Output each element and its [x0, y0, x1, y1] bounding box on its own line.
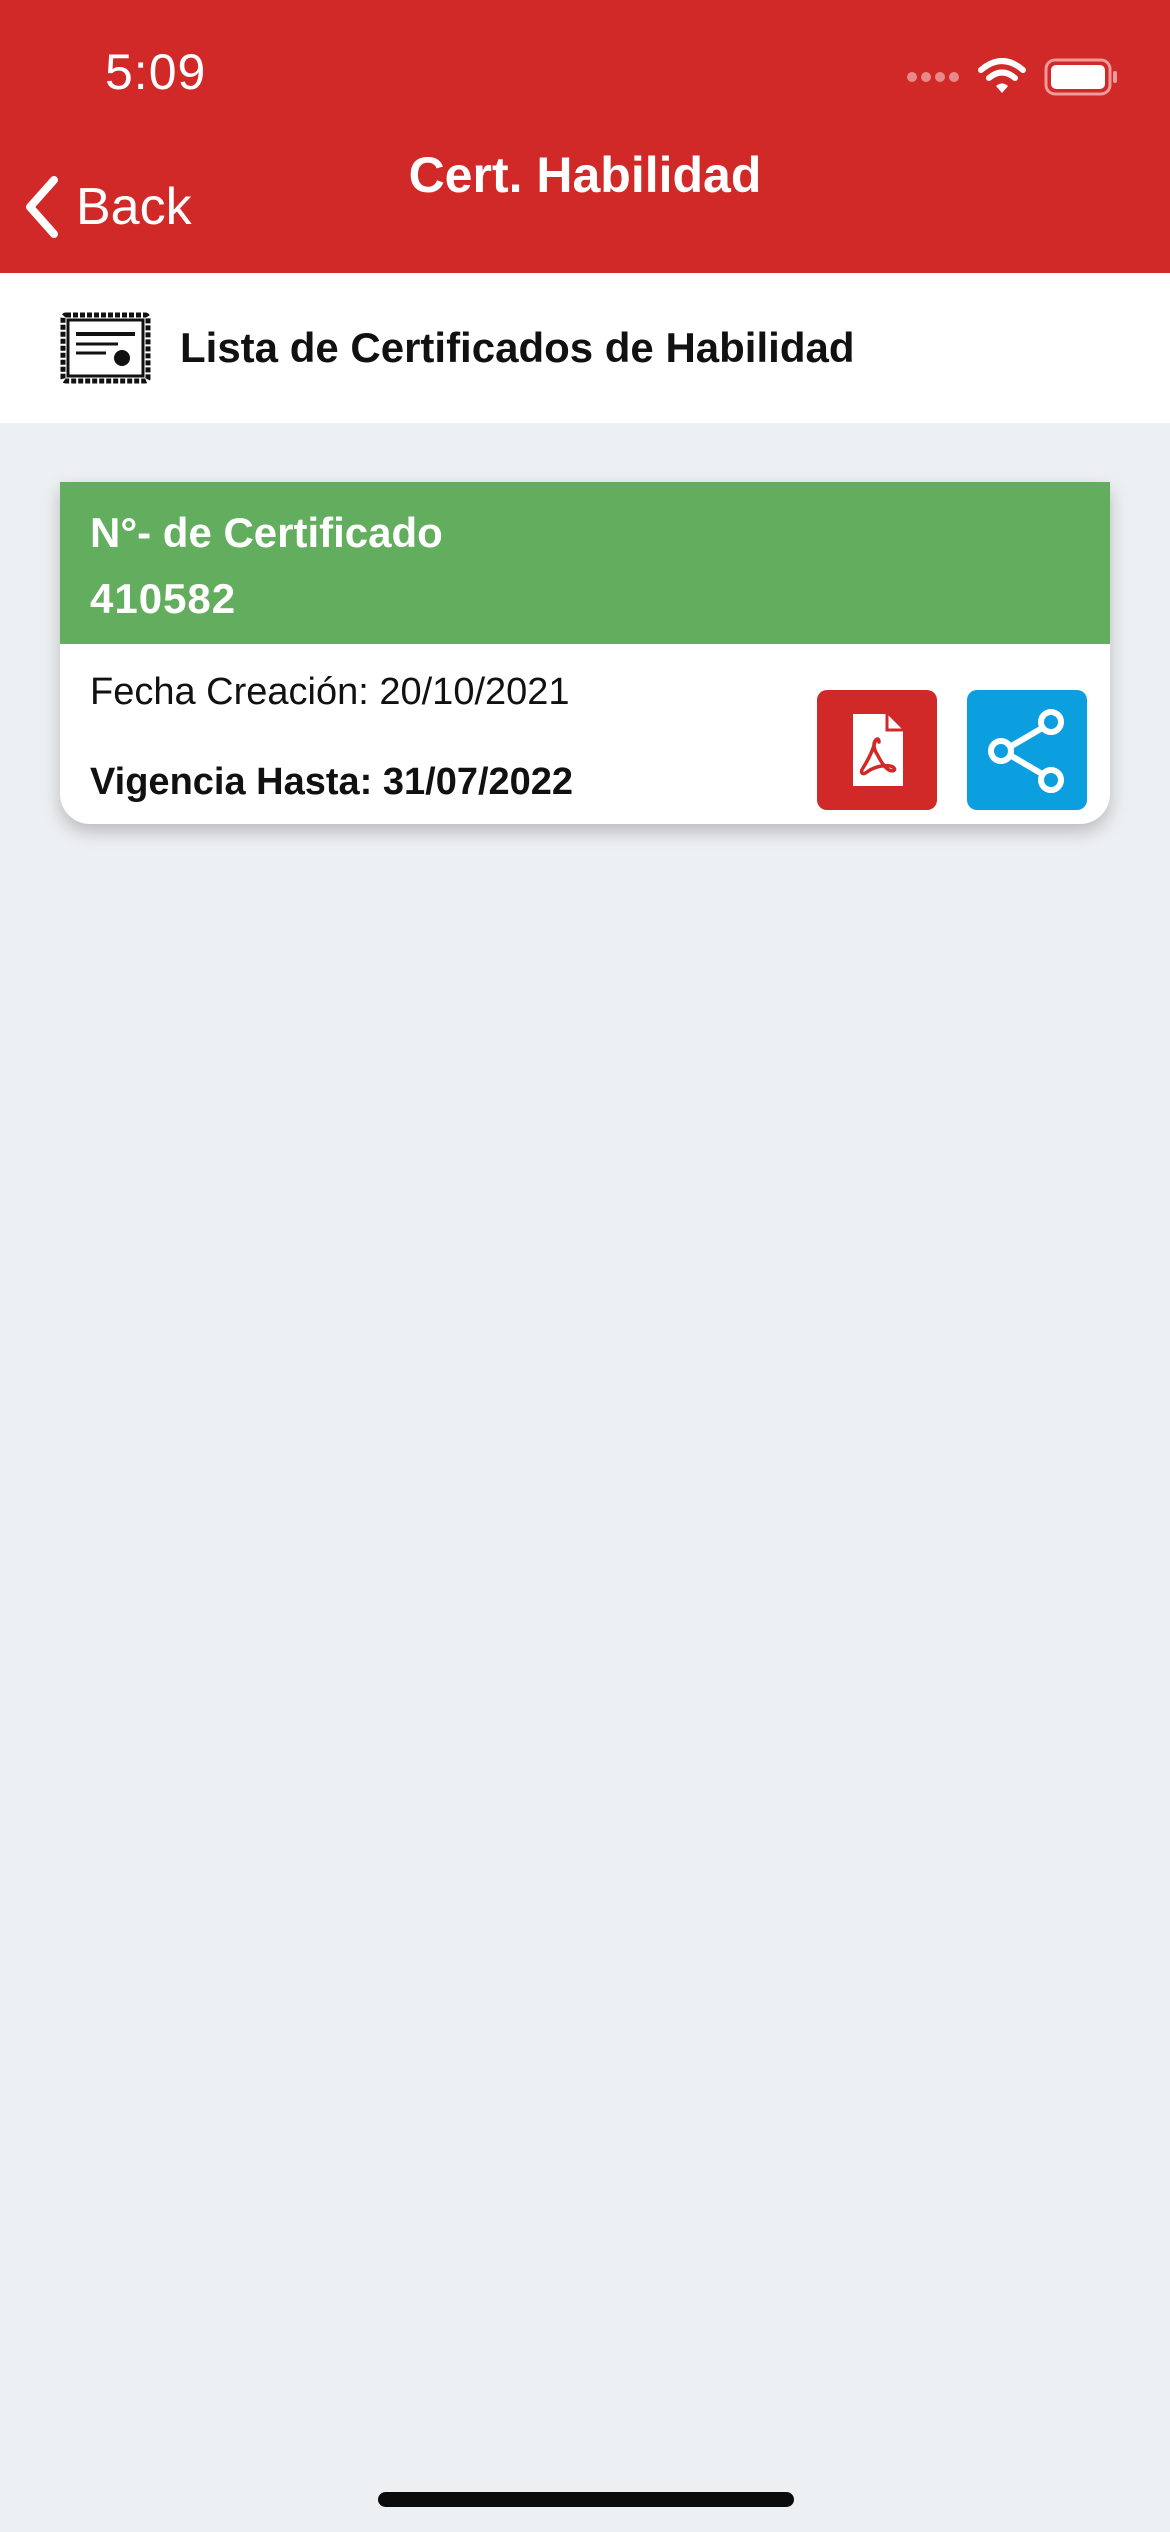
battery-icon — [1044, 58, 1117, 96]
certificate-card-header: N°- de Certificado 410582 — [60, 482, 1110, 644]
certificate-card: N°- de Certificado 410582 Fecha Creación… — [60, 482, 1110, 824]
status-icons — [906, 52, 1118, 102]
section-header: Lista de Certificados de Habilidad — [0, 273, 1170, 423]
status-time: 5:09 — [105, 44, 207, 100]
navigation-header: 5:09 Back Cert. Habilidad — [0, 0, 1170, 273]
pdf-button[interactable] — [817, 690, 937, 810]
certificate-number: 410582 — [90, 575, 237, 622]
certificate-icon — [60, 312, 151, 384]
share-button[interactable] — [967, 690, 1087, 810]
valid-until-date: Vigencia Hasta: 31/07/2022 — [90, 761, 574, 803]
home-indicator[interactable] — [378, 2492, 794, 2507]
signal-dots-icon — [907, 72, 959, 82]
pdf-icon — [853, 714, 903, 786]
creation-date: Fecha Creación: 20/10/2021 — [90, 671, 570, 713]
section-title: Lista de Certificados de Habilidad — [180, 324, 855, 371]
page-title: Cert. Habilidad — [408, 147, 762, 203]
wifi-icon — [978, 58, 1026, 93]
certificate-label: N°- de Certificado — [90, 509, 443, 556]
share-icon — [988, 709, 1064, 793]
